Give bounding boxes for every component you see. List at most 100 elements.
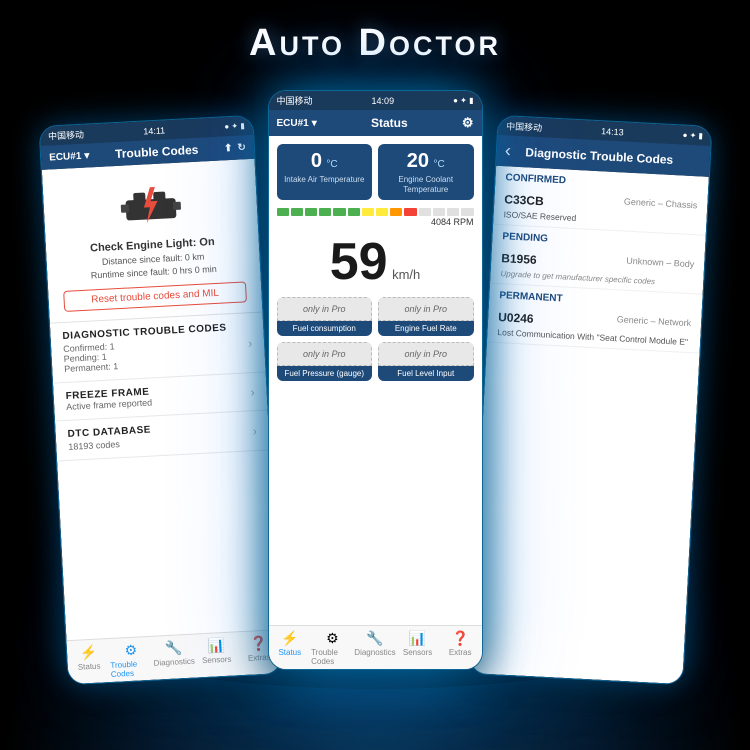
center-tab-sensors[interactable]: 📊 Sensors <box>396 630 439 666</box>
center-status-bar: 中国移动 14:09 ● ✦ ▮ <box>269 91 482 110</box>
rpm-number: 4084 <box>431 217 451 227</box>
rpm-value: 4084 RPM <box>277 217 474 227</box>
speed-value: 59 <box>330 233 388 291</box>
tab-diag-label: Diagnostics <box>153 657 195 668</box>
tab-trouble-codes[interactable]: ⚙ Trouble Codes <box>109 641 153 679</box>
rpm-seg-11 <box>419 208 431 216</box>
engine-fuel-rate-pro-badge: only in Pro <box>378 297 474 321</box>
center-tab-status-label: Status <box>278 648 301 657</box>
fuel-level-pro-badge: only in Pro <box>378 342 474 366</box>
right-screen-content: Confirmed C33CB Generic – Chassis ISO/SA… <box>469 166 708 684</box>
left-ecu-dropdown: ▾ <box>84 150 90 161</box>
center-tab-trouble[interactable]: ⚙ Trouble Codes <box>311 630 354 666</box>
ect-unit: °C <box>433 159 444 170</box>
rpm-seg-12 <box>433 208 445 216</box>
rpm-seg-2 <box>291 208 303 216</box>
engine-fuel-rate-label: Engine Fuel Rate <box>378 321 474 336</box>
tab-diagnostics[interactable]: 🔧 Diagnostics <box>151 639 195 677</box>
center-tab-status[interactable]: ⚡ Status <box>269 630 312 666</box>
dtcdb-sub: 18193 codes <box>68 438 152 452</box>
settings-icon[interactable]: ⚙ <box>462 115 474 131</box>
share-icon[interactable]: ⬆ <box>223 142 232 153</box>
center-ecu-dropdown: ▾ <box>312 118 317 129</box>
dtc-u0246-code: U0246 <box>497 310 533 326</box>
rpm-seg-6 <box>348 208 360 216</box>
fuel-pressure-label: Fuel Pressure (gauge) <box>277 366 373 381</box>
rpm-seg-7 <box>362 208 374 216</box>
back-button[interactable]: ‹ <box>504 140 511 161</box>
app-title: Auto Doctor <box>0 22 750 65</box>
tab-sensors-label: Sensors <box>201 655 231 666</box>
fuel-consumption-label: Fuel consumption <box>277 321 373 336</box>
right-nav-title: Diagnostic Trouble Codes <box>525 145 674 167</box>
tab-status-label: Status <box>77 662 100 672</box>
speed-unit: km/h <box>392 267 420 282</box>
extras-icon: ❓ <box>249 635 267 653</box>
status-icon: ⚡ <box>79 644 97 662</box>
right-time: 14:13 <box>600 126 623 137</box>
tab-status[interactable]: ⚡ Status <box>66 643 110 681</box>
dtc-c33cb-code: C33CB <box>504 192 544 208</box>
diagnostics-icon: 🔧 <box>164 639 182 657</box>
iat-unit: °C <box>326 159 337 170</box>
center-time: 14:09 <box>372 96 395 106</box>
center-tab-trouble-label: Trouble Codes <box>311 648 354 666</box>
engine-fuel-rate-card: only in Pro Engine Fuel Rate <box>378 297 474 336</box>
right-carrier: 中国移动 <box>505 119 542 134</box>
left-carrier: 中国移动 <box>47 128 84 143</box>
fuel-level-label: Fuel Level Input <box>378 366 474 381</box>
rpm-seg-3 <box>305 208 317 216</box>
left-ecu-selector[interactable]: ECU#1 ▾ <box>48 150 89 163</box>
center-status-icon: ⚡ <box>281 630 298 647</box>
phone-center: 中国移动 14:09 ● ✦ ▮ ECU#1 ▾ Status ⚙ <box>268 90 483 670</box>
left-screen: 中国移动 14:11 ● ✦ ▮ ECU#1 ▾ Trouble Codes ⬆… <box>39 116 281 684</box>
rpm-seg-13 <box>447 208 459 216</box>
rpm-seg-8 <box>376 208 388 216</box>
left-nav-title: Trouble Codes <box>114 143 198 161</box>
right-screen: 中国移动 14:13 ● ✦ ▮ ‹ Diagnostic Trouble Co… <box>469 116 711 684</box>
fuel-consumption-pro-badge: only in Pro <box>277 297 373 321</box>
pro-section: only in Pro Fuel consumption only in Pro… <box>269 293 482 391</box>
center-ecu-label: ECU#1 <box>277 118 309 129</box>
right-status-icons: ● ✦ ▮ <box>682 130 703 140</box>
engine-icon <box>113 177 186 231</box>
center-tab-diag-label: Diagnostics <box>354 648 395 657</box>
rpm-seg-1 <box>277 208 289 216</box>
center-tab-bar: ⚡ Status ⚙ Trouble Codes 🔧 Diagnostics <box>269 625 482 669</box>
iat-label: Intake Air Temperature <box>281 175 369 185</box>
rpm-unit: RPM <box>454 217 474 227</box>
center-content: 0 °C Intake Air Temperature 20 °C Engine… <box>269 136 482 669</box>
center-trouble-icon: ⚙ <box>326 630 339 647</box>
tab-sensors[interactable]: 📊 Sensors <box>194 636 238 674</box>
sensors-grid: 0 °C Intake Air Temperature 20 °C Engine… <box>269 136 482 204</box>
phones-container: 中国移动 14:11 ● ✦ ▮ ECU#1 ▾ Trouble Codes ⬆… <box>0 90 750 680</box>
center-tab-diag[interactable]: 🔧 Diagnostics <box>354 630 397 666</box>
center-screen: 中国移动 14:09 ● ✦ ▮ ECU#1 ▾ Status ⚙ <box>269 91 482 669</box>
sensor-card-ect: 20 °C Engine Coolant Temperature <box>378 144 474 200</box>
center-extras-icon: ❓ <box>451 630 468 647</box>
center-screen-content: 0 °C Intake Air Temperature 20 °C Engine… <box>269 136 482 669</box>
rpm-seg-14 <box>461 208 473 216</box>
speed-section: 59 km/h <box>269 231 482 293</box>
freeze-chevron: › <box>250 385 255 399</box>
rpm-seg-10 <box>404 208 416 216</box>
refresh-icon[interactable]: ↻ <box>237 142 246 153</box>
rpm-bar <box>277 208 474 216</box>
engine-icon-area <box>41 159 257 240</box>
ect-label: Engine Coolant Temperature <box>382 175 470 194</box>
dtc-b1956-code: B1956 <box>500 251 536 267</box>
center-tab-extras[interactable]: ❓ Extras <box>439 630 482 666</box>
fuel-pressure-card: only in Pro Fuel Pressure (gauge) <box>277 342 373 381</box>
ect-value: 20 <box>407 150 429 172</box>
left-time: 14:11 <box>143 125 165 136</box>
dtc-b1956-type: Unknown – Body <box>626 256 694 270</box>
center-tab-sensors-label: Sensors <box>403 648 432 657</box>
center-status-icons: ● ✦ ▮ <box>453 96 473 105</box>
trouble-codes-icon: ⚙ <box>124 642 137 660</box>
phone-right: 中国移动 14:13 ● ✦ ▮ ‹ Diagnostic Trouble Co… <box>468 115 712 685</box>
rpm-seg-4 <box>319 208 331 216</box>
menu-item-dtc[interactable]: DIAGNOSTIC TROUBLE CODES Confirmed: 1Pen… <box>49 313 265 384</box>
center-nav-title: Status <box>371 116 408 130</box>
right-content: Confirmed C33CB Generic – Chassis ISO/SA… <box>469 166 708 684</box>
center-ecu-selector[interactable]: ECU#1 ▾ <box>277 118 317 129</box>
